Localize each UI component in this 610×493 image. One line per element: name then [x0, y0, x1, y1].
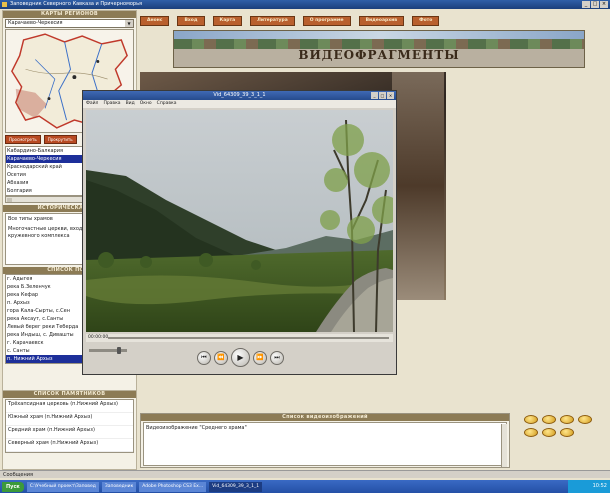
round-button[interactable] — [542, 415, 556, 424]
maps-header: КАРТЫ РЕГИОНОВ — [3, 11, 136, 18]
rewind-icon[interactable]: ⏪ — [214, 350, 228, 365]
banner: ВИДЕОФРАГМЕНТЫ — [173, 30, 585, 68]
banner-title: ВИДЕОФРАГМЕНТЫ — [298, 48, 460, 62]
volume-slider[interactable] — [89, 347, 127, 354]
player-minimize-button[interactable]: _ — [371, 92, 378, 99]
map-view-button[interactable]: Просмотреть — [5, 135, 41, 144]
round-button[interactable] — [524, 415, 538, 424]
nav-about-button[interactable]: О программе — [302, 16, 351, 26]
player-controls: ⏮ ⏪ ▶ ⏩ ⏭ — [83, 343, 396, 375]
status-bar: Сообщения — [0, 470, 610, 478]
round-button[interactable] — [542, 428, 556, 437]
monument-item[interactable]: Трёхапсидная церковь (п.Нижний Архыз) — [6, 400, 133, 413]
video-scene — [86, 110, 393, 332]
region-select[interactable]: Карачаево-Черкесия ▼ — [5, 19, 134, 28]
monuments-panel: СПИСОК ПАМЯТНИКОВ Трёхапсидная церковь (… — [2, 390, 137, 470]
background-photo-strip — [392, 72, 444, 300]
monument-item[interactable]: Южный храм (п.Нижний Архыз) — [6, 413, 133, 426]
status-text: Сообщения — [3, 472, 34, 478]
video-list-scrollbar[interactable] — [501, 424, 507, 467]
window-titlebar: Заповедник Северного Кавказа и Причерном… — [0, 0, 610, 9]
map-scroll-button[interactable]: Прокрутить — [43, 135, 77, 144]
round-button[interactable] — [560, 415, 574, 424]
system-tray: 10:52 — [568, 480, 610, 493]
video-list-header: Список видеоизображений — [141, 414, 509, 421]
seek-track[interactable] — [108, 337, 389, 339]
nav-announce-button[interactable]: Анонс — [140, 16, 170, 26]
start-button[interactable]: Пуск — [2, 481, 24, 492]
round-button[interactable] — [560, 428, 574, 437]
round-button[interactable] — [578, 415, 592, 424]
fast-forward-icon[interactable]: ⏩ — [253, 350, 267, 365]
monument-item[interactable]: Северный храм (п.Нижний Архыз) — [6, 439, 133, 452]
nav-map-button[interactable]: Карта — [212, 16, 243, 26]
player-timebar[interactable]: 00:00:00 — [86, 334, 393, 342]
region-select-value: Карачаево-Черкесия — [8, 20, 63, 26]
maximize-button[interactable]: □ — [591, 1, 599, 8]
round-button[interactable] — [524, 428, 538, 437]
nav-login-button[interactable]: Вход — [177, 16, 205, 26]
menu-file[interactable]: Файл — [86, 100, 98, 108]
taskbar-item[interactable]: Adobe Photoshop CS3 Ex... — [139, 481, 207, 492]
video-list: Видеоизображение "Среднего храма" — [143, 422, 507, 466]
window-title: Заповедник Северного Кавказа и Причерном… — [10, 1, 143, 7]
close-button[interactable]: × — [600, 1, 608, 8]
skip-forward-icon[interactable]: ⏭ — [270, 350, 284, 365]
taskbar-item-active[interactable]: Vid_64309_39_3_1_1 — [209, 481, 263, 492]
nav-video-button[interactable]: Видеоархив — [358, 16, 405, 26]
taskbar-item[interactable]: C:\Учебный проект\Заповед — [26, 481, 99, 492]
menu-help[interactable]: Справка — [157, 100, 177, 108]
minimize-button[interactable]: _ — [582, 1, 590, 8]
media-player-window: Vid_64309_39_3_1_1 _ □ × Файл Правка Вид… — [82, 90, 397, 375]
taskbar-item[interactable]: Заповедник — [101, 481, 137, 492]
video-list-item[interactable]: Видеоизображение "Среднего храма" — [146, 425, 504, 431]
player-close-button[interactable]: × — [387, 92, 394, 99]
mini-buttons — [524, 415, 604, 437]
player-menubar: Файл Правка Вид Окно Справка — [83, 100, 396, 108]
taskbar: Пуск C:\Учебный проект\Заповед Заповедни… — [0, 480, 610, 493]
player-time: 00:00:00 — [88, 335, 109, 340]
nav-photo-button[interactable]: Фото — [412, 16, 440, 26]
clock: 10:52 — [592, 483, 607, 489]
play-icon[interactable]: ▶ — [231, 348, 250, 367]
top-nav: Анонс Вход Карта Литература О программе … — [140, 16, 440, 26]
player-title: Vid_64309_39_3_1_1 — [213, 92, 266, 98]
menu-view[interactable]: Вид — [126, 100, 135, 108]
player-titlebar: Vid_64309_39_3_1_1 _ □ × — [83, 91, 396, 100]
monuments-header: СПИСОК ПАМЯТНИКОВ — [3, 391, 136, 398]
monuments-list: Трёхапсидная церковь (п.Нижний Архыз) Юж… — [5, 399, 134, 453]
menu-edit[interactable]: Правка — [103, 100, 120, 108]
chevron-down-icon[interactable]: ▼ — [125, 20, 133, 27]
video-list-panel: Список видеоизображений Видеоизображение… — [140, 413, 510, 468]
video-frame[interactable] — [86, 110, 393, 332]
monument-item[interactable]: Средний храм (п.Нижний Архыз) — [6, 426, 133, 439]
skip-back-icon[interactable]: ⏮ — [197, 350, 211, 365]
nav-literature-button[interactable]: Литература — [250, 16, 295, 26]
menu-window[interactable]: Окно — [140, 100, 152, 108]
app-icon — [2, 2, 7, 7]
player-maximize-button[interactable]: □ — [379, 92, 386, 99]
